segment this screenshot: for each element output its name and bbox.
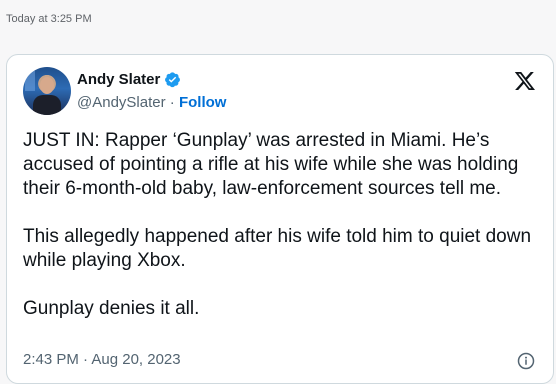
follow-button[interactable]: Follow	[179, 94, 227, 111]
author-avatar[interactable]	[23, 67, 71, 115]
avatar-background-light	[25, 71, 35, 91]
author-name-row: Andy Slater	[77, 71, 181, 88]
info-icon[interactable]	[517, 352, 535, 370]
x-logo-icon[interactable]	[513, 69, 537, 93]
handle-separator: ·	[165, 94, 179, 111]
tweet-embed-card[interactable]: Andy Slater @AndySlater · Follow JUST IN…	[6, 54, 554, 384]
avatar-body	[33, 95, 61, 115]
avatar-face	[40, 77, 54, 94]
verified-badge-icon	[165, 72, 181, 88]
author-handle-row: @AndySlater · Follow	[77, 94, 226, 111]
message-timestamp: Today at 3:25 PM	[6, 13, 92, 25]
tweet-posted-time[interactable]: 2:43 PM · Aug 20, 2023	[23, 351, 181, 368]
tweet-text: JUST IN: Rapper ‘Gunplay’ was arrested i…	[23, 130, 532, 319]
author-handle[interactable]: @AndySlater	[77, 94, 166, 111]
author-display-name[interactable]: Andy Slater	[77, 71, 160, 88]
